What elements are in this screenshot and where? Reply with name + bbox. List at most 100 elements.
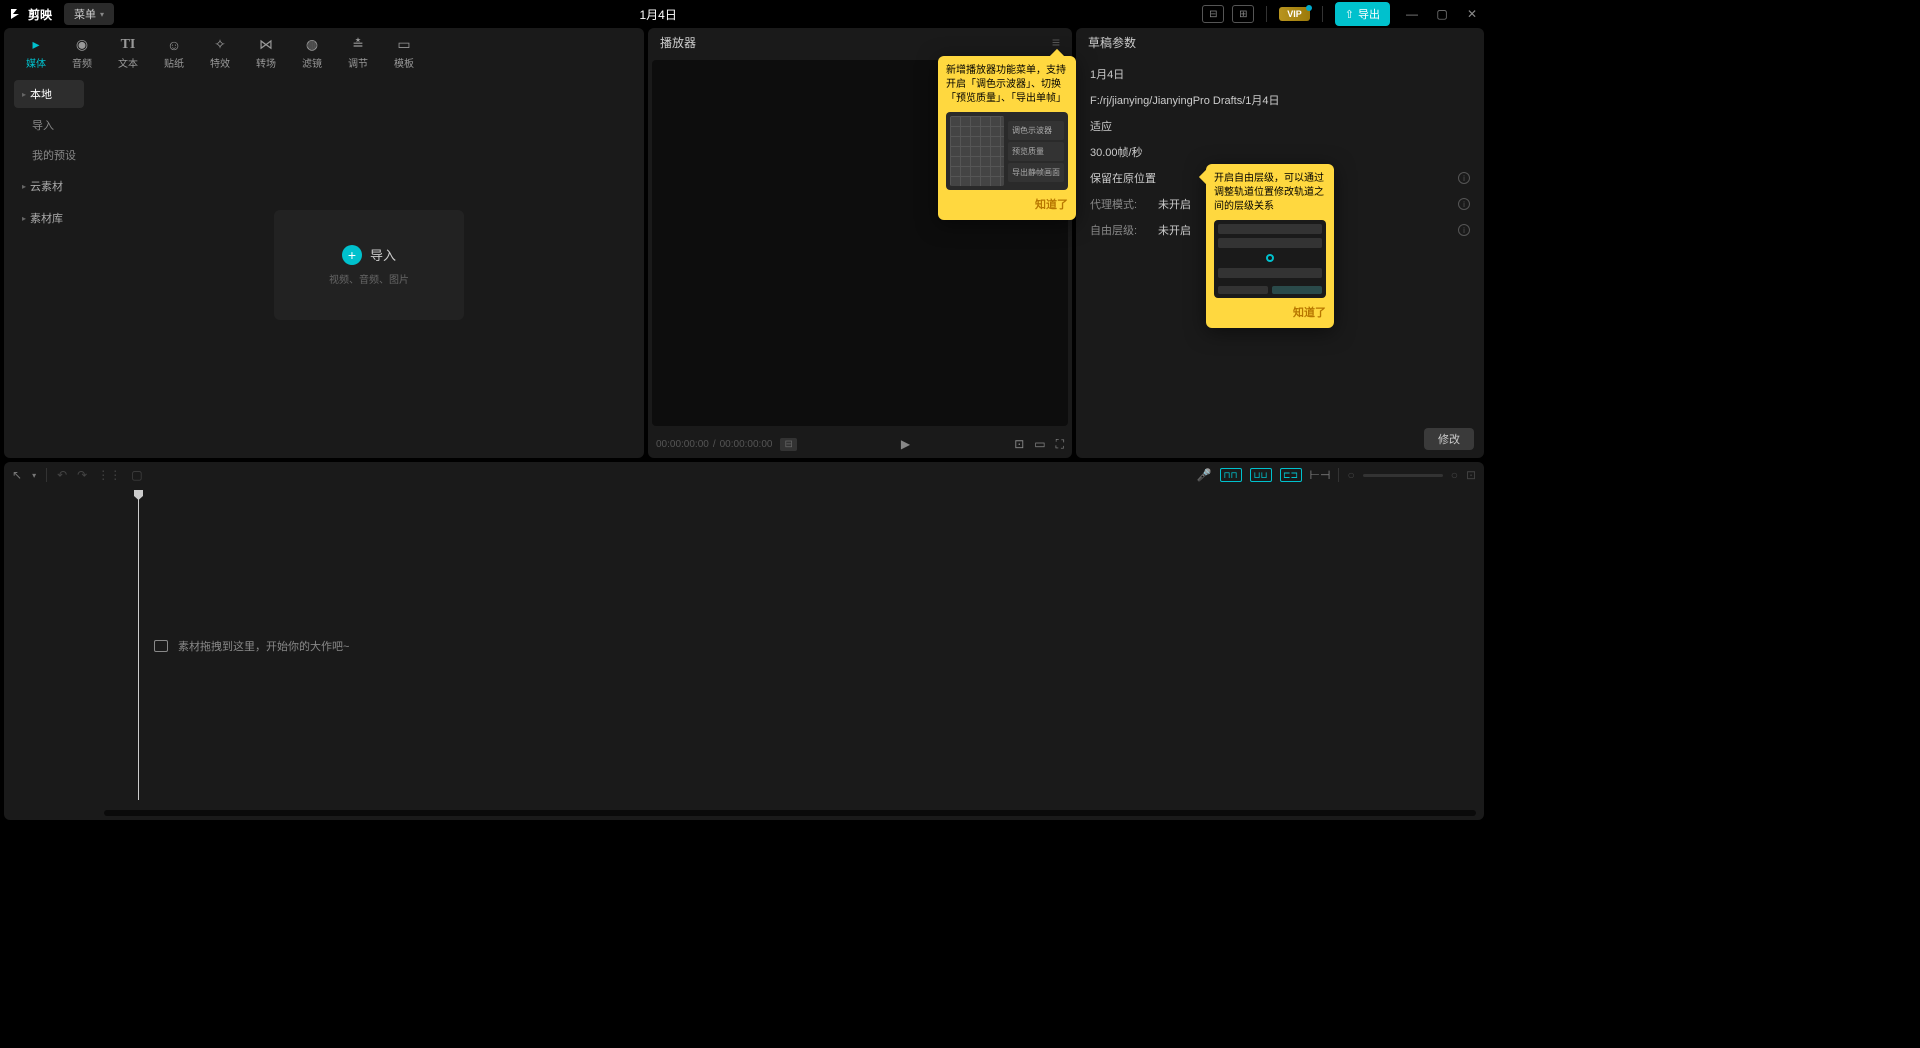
tab-adjust[interactable]: ≛ 调节 [336,34,380,72]
undo-icon[interactable]: ↶ [57,468,67,482]
caret-icon: ▸ [22,182,26,191]
tooltip-ok-button[interactable]: 知道了 [1214,304,1326,320]
properties-panel: 草稿参数 1月4日 F:/rj/jianying/JianyingPro Dra… [1076,28,1484,458]
ratio-icon[interactable]: ▭ [1034,437,1045,452]
timeline-ruler[interactable] [4,488,1484,502]
menu-label: 菜单 [74,6,96,22]
import-label: 导入 [370,245,396,264]
timeline-scrollbar[interactable] [104,810,1476,816]
sidebar-label: 素材库 [30,210,63,226]
tooltip-text: 开启自由层级，可以通过调整轨道位置修改轨道之间的层级关系 [1214,172,1326,214]
time-separator: / [713,439,716,450]
tab-filter[interactable]: ◍ 滤镜 [290,34,334,72]
sidebar-item-local[interactable]: ▸ 本地 [14,80,84,108]
vip-label: VIP [1287,9,1302,19]
prop-row-ratio: 适应 [1090,118,1470,134]
info-icon[interactable]: i [1458,198,1470,210]
prop-import-value: 保留在原位置 [1090,170,1156,186]
preview-track [1218,224,1322,234]
logo-icon [8,6,24,22]
pointer-tool-icon[interactable]: ↖ [12,468,22,482]
effect-icon: ✧ [214,37,226,53]
mic-icon[interactable]: 🎤 [1197,468,1212,482]
filter-icon: ◍ [306,37,318,53]
player-title: 播放器 [660,34,696,51]
export-label: 导出 [1358,6,1380,22]
tab-label: 媒体 [26,55,46,70]
prop-row-fps: 30.00帧/秒 [1090,144,1470,160]
delete-icon[interactable]: ▢ [131,468,142,482]
plus-icon: + [342,245,362,265]
notification-dot-icon [1306,5,1312,11]
import-dropzone[interactable]: + 导入 视频、音频、图片 [274,210,464,320]
export-icon: ⇧ [1345,8,1354,21]
preview-menu-item: 预览质量 [1008,142,1064,161]
export-button[interactable]: ⇧ 导出 [1335,2,1390,26]
separator [46,468,47,482]
layout-icon-1[interactable]: ⊟ [1202,5,1224,23]
tab-audio[interactable]: ◉ 音频 [60,34,104,72]
import-hint: 视频、音频、图片 [329,271,409,286]
sidebar-item-preset[interactable]: 我的预设 [14,142,84,168]
sidebar-item-cloud[interactable]: ▸ 云素材 [14,172,84,200]
auto-cut-icon[interactable]: ⊢⊣ [1310,468,1331,482]
prop-ratio-value: 适应 [1090,118,1112,134]
modify-button[interactable]: 修改 [1424,428,1474,450]
separator [1266,6,1267,22]
layer-feature-tooltip: 开启自由层级，可以通过调整轨道位置修改轨道之间的层级关系 知道了 [1206,164,1334,328]
magnet-icon-2[interactable]: ⊔⊔ [1250,468,1272,482]
layout-icon-2[interactable]: ⊞ [1232,5,1254,23]
magnet-icon-3[interactable]: ⊏⊐ [1280,468,1302,482]
preview-menu: 调色示波器 预览质量 导出静帧画面 [1008,116,1064,186]
media-content: + 导入 视频、音频、图片 [94,72,644,458]
minimize-button[interactable]: — [1404,6,1420,22]
maximize-button[interactable]: ▢ [1434,6,1450,22]
sidebar-item-library[interactable]: ▸ 素材库 [14,204,84,232]
tab-media[interactable]: ▸ 媒体 [14,34,58,72]
prop-row-name: 1月4日 [1090,66,1470,82]
film-icon [154,640,168,652]
scale-icon[interactable]: ⊡ [1014,437,1024,452]
zoom-out-icon[interactable]: ○ [1347,468,1354,482]
preview-cursor-icon [1266,254,1274,262]
tab-effect[interactable]: ✧ 特效 [198,34,242,72]
vip-badge[interactable]: VIP [1279,7,1310,21]
speed-indicator[interactable]: ⊟ [780,438,796,451]
tab-transition[interactable]: ⋈ 转场 [244,34,288,72]
tab-sticker[interactable]: ☺ 贴纸 [152,34,196,72]
tooltip-preview [1214,220,1326,298]
magnet-icon-1[interactable]: ⊓⊓ [1220,468,1242,482]
menu-button[interactable]: 菜单 ▾ [64,3,114,25]
time-current: 00:00:00:00 [656,439,709,450]
tab-template[interactable]: ▭ 模板 [382,34,426,72]
preview-btn [1272,286,1322,294]
prop-fps-value: 30.00帧/秒 [1090,144,1143,160]
tab-text[interactable]: TI 文本 [106,34,150,72]
separator [1322,6,1323,22]
zoom-fit-icon[interactable]: ⊡ [1466,468,1476,482]
info-icon[interactable]: i [1458,172,1470,184]
zoom-slider[interactable] [1363,474,1443,477]
prop-proxy-value: 未开启 [1158,196,1191,212]
player-header: 播放器 ≡ [648,28,1072,56]
tab-label: 转场 [256,55,276,70]
tab-label: 特效 [210,55,230,70]
text-icon: TI [121,37,136,53]
redo-icon[interactable]: ↷ [77,468,87,482]
tooltip-ok-button[interactable]: 知道了 [946,196,1068,212]
fullscreen-icon[interactable]: ⛶ [1056,437,1064,452]
play-button[interactable]: ▶ [901,437,910,451]
zoom-in-icon[interactable]: ○ [1451,468,1458,482]
split-icon[interactable]: ⋮⋮ [97,468,121,482]
pointer-dropdown-icon[interactable]: ▾ [32,471,36,480]
info-icon[interactable]: i [1458,224,1470,236]
media-sidebar: ▸ 本地 导入 我的预设 ▸ 云素材 ▸ 素材库 [4,72,94,458]
close-button[interactable]: ✕ [1464,6,1480,22]
sidebar-item-import[interactable]: 导入 [14,112,84,138]
player-menu-icon[interactable]: ≡ [1052,34,1060,50]
toolbar-left: ↖ ▾ ↶ ↷ ⋮⋮ ▢ [12,468,143,482]
titlebar-right: ⊟ ⊞ VIP ⇧ 导出 — ▢ ✕ [1202,2,1480,26]
media-icon: ▸ [32,37,39,53]
timeline[interactable]: 素材拖拽到这里，开始你的大作吧~ [4,488,1484,820]
transition-icon: ⋈ [259,37,273,53]
